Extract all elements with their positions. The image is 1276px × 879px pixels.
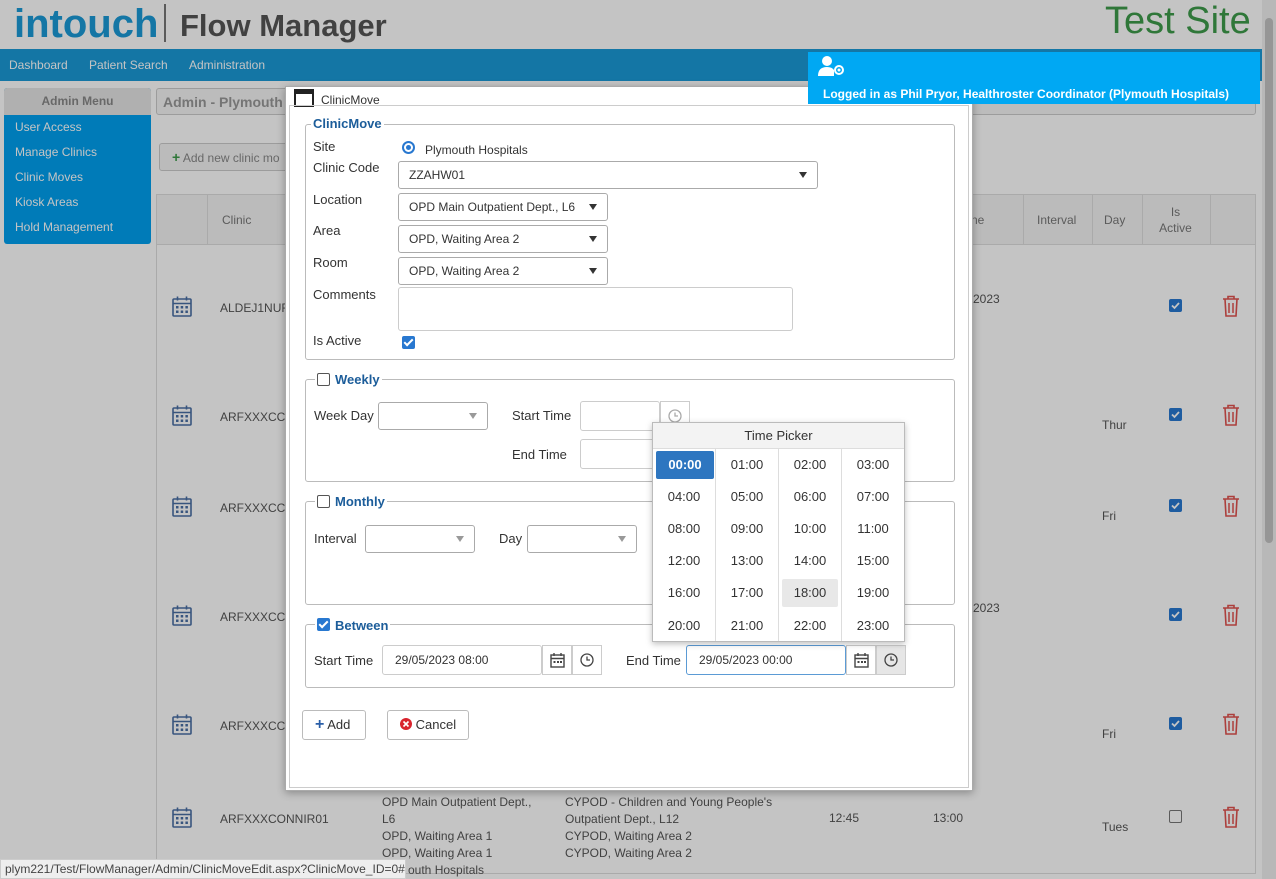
weekly-start-time-label: Start Time	[512, 408, 572, 423]
status-bar-url: plym221/Test/FlowManager/Admin/ClinicMov…	[0, 859, 406, 879]
weekly-checkbox[interactable]	[317, 373, 330, 386]
user-settings-icon[interactable]	[818, 55, 844, 77]
time-option[interactable]: 04:00	[653, 482, 715, 514]
clock-icon	[580, 653, 594, 667]
time-option[interactable]: 08:00	[653, 514, 715, 546]
user-info-panel: Logged in as Phil Pryor, Healthroster Co…	[808, 52, 1260, 104]
logged-in-text: Logged in as Phil Pryor, Healthroster Co…	[823, 87, 1230, 101]
between-start-time-label: Start Time	[314, 653, 374, 668]
monthly-day-select[interactable]	[527, 525, 637, 553]
interval-select[interactable]	[365, 525, 475, 553]
time-option[interactable]: 20:00	[653, 611, 715, 643]
add-button[interactable]: + Add	[302, 710, 366, 740]
chevron-down-icon	[618, 536, 626, 542]
site-label: Site	[313, 139, 336, 154]
weekly-end-time-input[interactable]	[580, 439, 660, 469]
site-value: Plymouth Hospitals	[425, 143, 528, 157]
time-option[interactable]: 21:00	[716, 611, 778, 643]
comments-label: Comments	[313, 287, 376, 302]
between-end-time-label: End Time	[626, 653, 681, 668]
calendar-icon	[550, 653, 565, 668]
location-label: Location	[313, 192, 363, 207]
room-select[interactable]: OPD, Waiting Area 2	[398, 257, 608, 285]
calendar-icon	[854, 653, 869, 668]
time-option[interactable]: 05:00	[716, 482, 778, 514]
time-option[interactable]: 18:00	[782, 579, 838, 607]
time-picker-title: Time Picker	[653, 423, 904, 449]
time-option[interactable]: 17:00	[716, 578, 778, 610]
chevron-down-icon	[469, 413, 477, 419]
time-option[interactable]: 09:00	[716, 514, 778, 546]
is-active-label: Is Active	[313, 333, 362, 348]
time-option[interactable]: 11:00	[842, 514, 904, 546]
between-start-clock-button[interactable]	[572, 645, 602, 675]
area-label: Area	[313, 223, 341, 238]
between-end-clock-button[interactable]	[876, 645, 906, 675]
area-select[interactable]: OPD, Waiting Area 2	[398, 225, 608, 253]
site-radio[interactable]	[402, 141, 415, 154]
time-option[interactable]: 12:00	[653, 546, 715, 578]
room-label: Room	[313, 255, 348, 270]
cancel-icon	[400, 718, 412, 730]
location-select[interactable]: OPD Main Outpatient Dept., L6	[398, 193, 608, 221]
comments-field[interactable]	[398, 287, 793, 331]
time-option[interactable]: 10:00	[779, 514, 841, 546]
time-option[interactable]: 01:00	[716, 450, 778, 482]
chevron-down-icon	[799, 172, 807, 178]
time-option[interactable]: 00:00	[656, 451, 714, 479]
time-option[interactable]: 19:00	[842, 578, 904, 610]
time-option[interactable]: 15:00	[842, 546, 904, 578]
monthly-checkbox[interactable]	[317, 495, 330, 508]
chevron-down-icon	[589, 268, 597, 274]
clinic-code-select[interactable]: ZZAHW01	[398, 161, 818, 189]
plus-icon: +	[315, 716, 325, 733]
is-active-checkbox[interactable]	[402, 336, 415, 349]
time-option[interactable]: 07:00	[842, 482, 904, 514]
week-day-label: Week Day	[314, 408, 374, 423]
time-option[interactable]: 16:00	[653, 578, 715, 610]
between-end-time-input[interactable]: 29/05/2023 00:00	[686, 645, 846, 675]
between-checkbox[interactable]	[317, 618, 330, 631]
weekly-start-time-input[interactable]	[580, 401, 660, 431]
interval-label: Interval	[314, 531, 357, 546]
clinic-code-label: Clinic Code	[313, 160, 380, 175]
time-option[interactable]: 13:00	[716, 546, 778, 578]
time-option[interactable]: 02:00	[779, 450, 841, 482]
time-option[interactable]: 14:00	[779, 546, 841, 578]
time-option[interactable]: 23:00	[842, 611, 904, 643]
time-option[interactable]: 03:00	[842, 450, 904, 482]
between-start-time-input[interactable]: 29/05/2023 08:00	[382, 645, 542, 675]
time-option[interactable]: 06:00	[779, 482, 841, 514]
between-start-calendar-button[interactable]	[542, 645, 572, 675]
cancel-button[interactable]: Cancel	[387, 710, 469, 740]
monthly-day-label: Day	[499, 531, 523, 546]
week-day-select[interactable]	[378, 402, 488, 430]
time-picker-popup: Time Picker 00:00 01:00 02:00 03:00 04:00 05:…	[652, 422, 905, 642]
chevron-down-icon	[456, 536, 464, 542]
chevron-down-icon	[589, 204, 597, 210]
time-option[interactable]: 22:00	[779, 611, 841, 643]
weekly-end-time-label: End Time	[512, 447, 567, 462]
between-end-calendar-button[interactable]	[846, 645, 876, 675]
clock-icon	[884, 653, 898, 667]
clinic-move-legend: ClinicMove	[311, 116, 384, 131]
chevron-down-icon	[589, 236, 597, 242]
